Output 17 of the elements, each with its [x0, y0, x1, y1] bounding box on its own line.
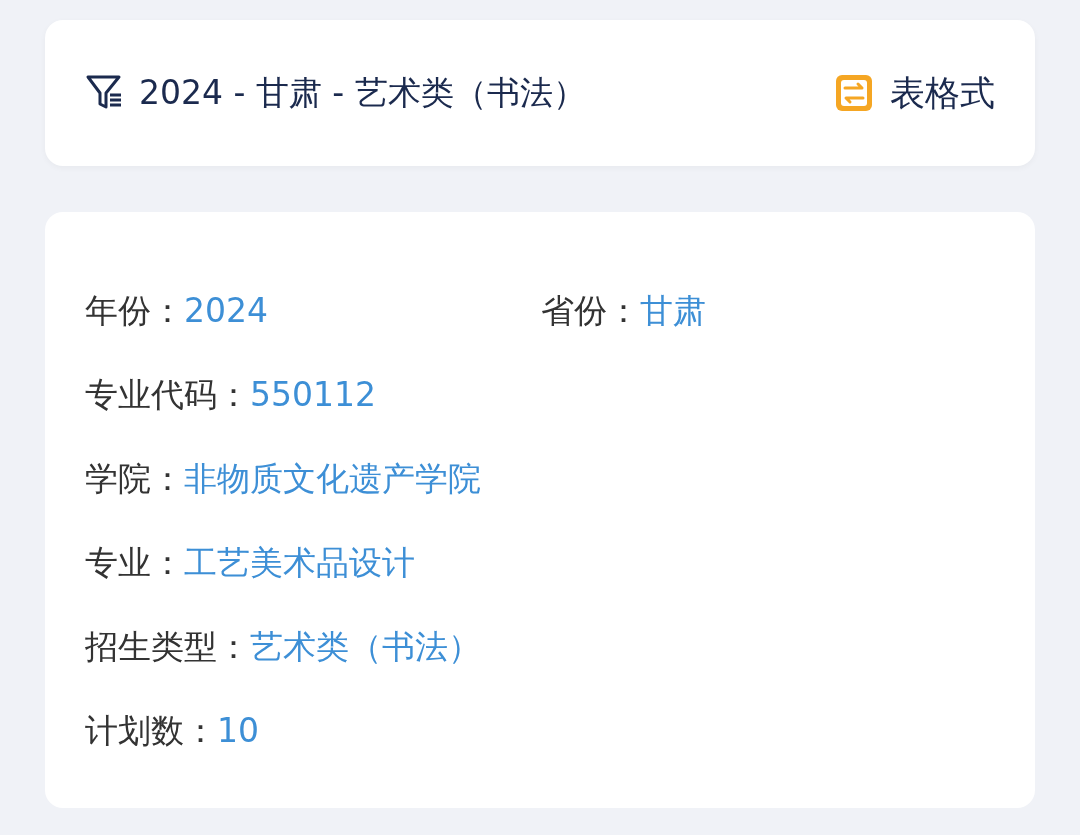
field-label: 计划数：	[85, 710, 217, 750]
field-label: 省份：	[541, 290, 640, 330]
field-value: 10	[217, 710, 259, 750]
field-label: 学院：	[85, 458, 184, 498]
filter-title: 2024 - 甘肃 - 艺术类（书法）	[139, 71, 586, 114]
field-label: 专业代码：	[85, 374, 250, 414]
swap-icon	[834, 73, 874, 113]
table-view-toggle[interactable]: 表格式	[834, 69, 995, 117]
field-label: 招生类型：	[85, 626, 250, 666]
field-label: 专业：	[85, 542, 184, 582]
field-value: 甘肃	[640, 290, 706, 330]
field-value: 非物质文化遗产学院	[184, 458, 481, 498]
field-value: 2024	[184, 290, 268, 330]
field-value: 艺术类（书法）	[250, 626, 481, 666]
field-value: 工艺美术品设计	[184, 542, 415, 582]
field-value: 550112	[250, 374, 376, 414]
field-label: 年份：	[85, 290, 184, 330]
